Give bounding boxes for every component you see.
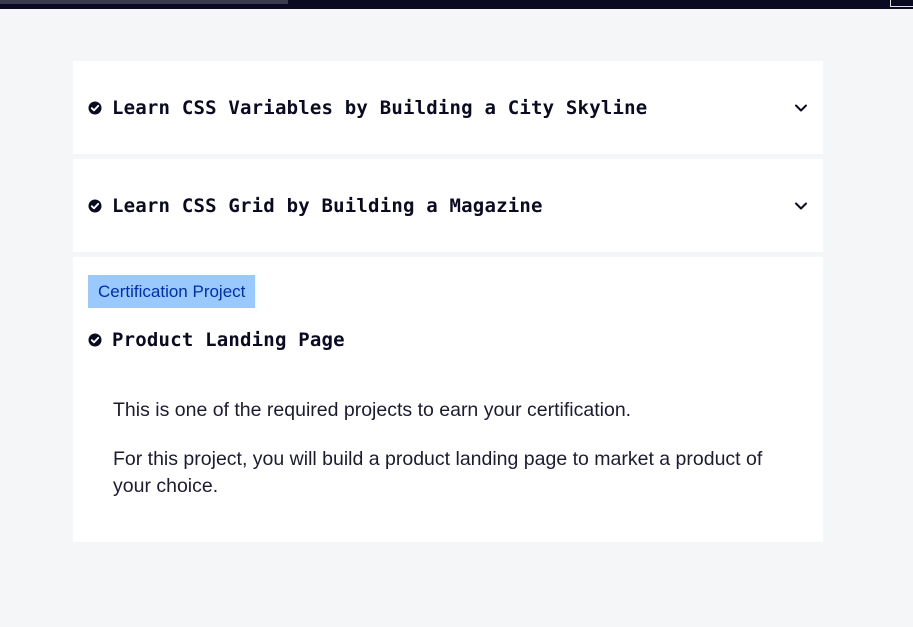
section-title: Learn CSS Variables by Building a City S… [112,96,648,119]
section-toggle-button[interactable]: Learn CSS Grid by Building a Magazine [88,159,808,252]
project-link[interactable]: Product Landing Page [88,329,345,351]
top-progress-bar [0,0,288,4]
project-title: Product Landing Page [112,329,345,351]
certification-project-badge: Certification Project [88,275,256,308]
top-right-control[interactable] [890,0,913,7]
superblock-section-css-grid: Learn CSS Grid by Building a Magazine [73,159,823,252]
chevron-down-icon[interactable] [794,101,808,115]
section-toggle-button[interactable]: Learn CSS Variables by Building a City S… [88,61,808,154]
check-circle-icon [88,101,102,115]
top-nav-bar [0,0,913,9]
check-circle-icon [88,199,102,213]
chevron-down-icon[interactable] [794,199,808,213]
certification-project-card: Certification Project Product Landing Pa… [73,257,823,542]
project-description: For this project, you will build a produ… [113,448,763,497]
project-description: This is one of the required projects to … [113,399,632,421]
check-circle-icon [88,333,102,347]
section-title: Learn CSS Grid by Building a Magazine [112,194,543,217]
superblock-section-css-variables: Learn CSS Variables by Building a City S… [73,61,823,154]
